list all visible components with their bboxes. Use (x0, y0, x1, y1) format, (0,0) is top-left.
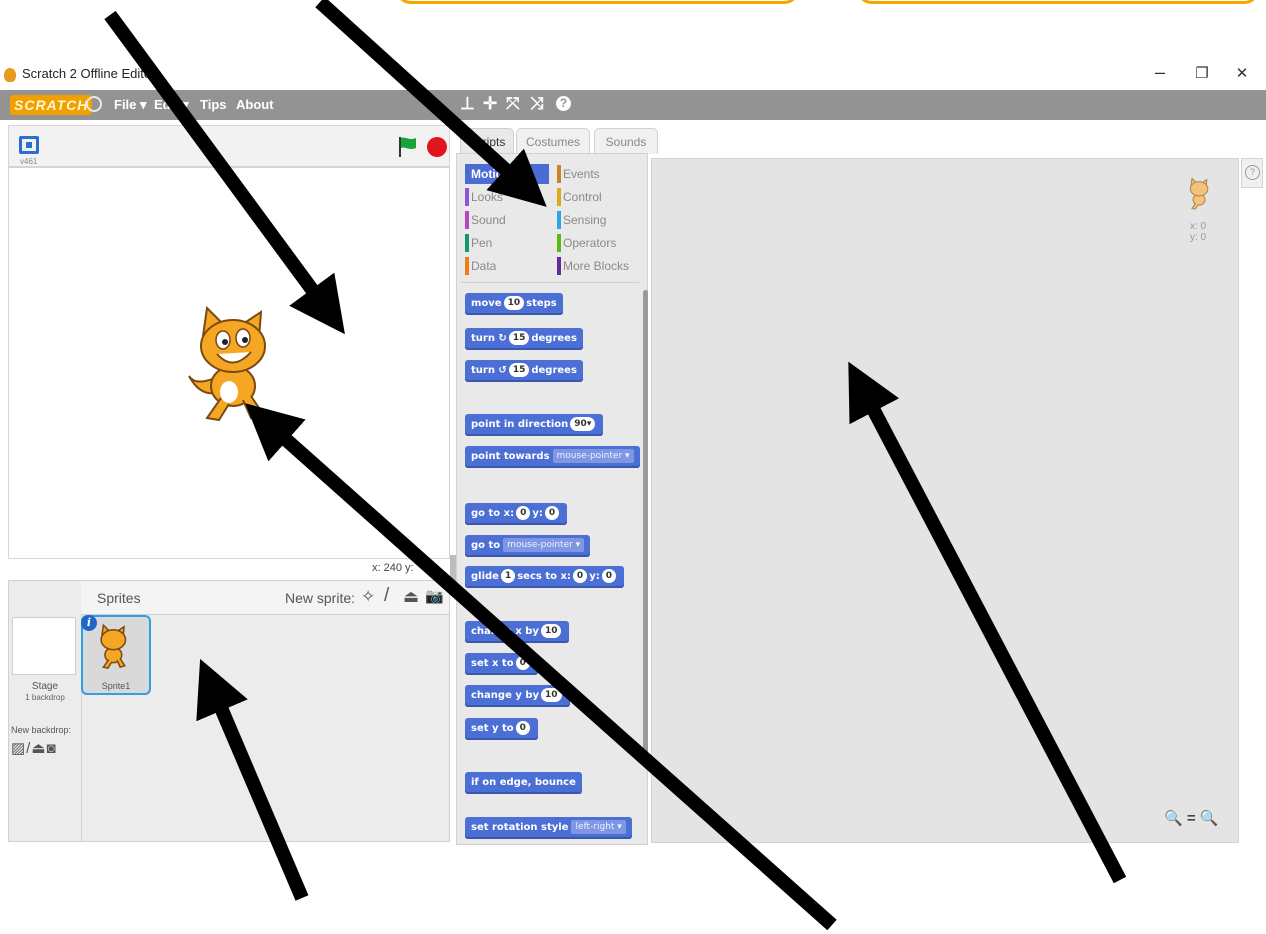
sprites-header: Sprites New sprite: ✧ / ⏏ 📷 (81, 581, 449, 615)
scratch-logo[interactable]: SCRATCH (10, 95, 93, 115)
duplicate-tool-icon[interactable]: ⊥ (460, 94, 475, 114)
grow-tool-icon[interactable]: ⤧ (506, 94, 520, 114)
palette-scrollbar[interactable] (643, 290, 648, 756)
stage-thumbnail[interactable] (12, 617, 76, 675)
restore-button[interactable]: ❐ (1190, 64, 1214, 82)
block-move-steps[interactable]: move 10 steps (465, 293, 563, 315)
stage-mouse-coords: x: 240 y: (372, 562, 414, 574)
block-point-towards[interactable]: point towards mouse-pointer ▾ (465, 446, 640, 468)
menu-bar: SCRATCH File ▾ Edit ▾ Tips About ⊥ ✛ ⤧ ⤨… (0, 90, 1266, 120)
block-bounce[interactable]: if on edge, bounce (465, 772, 582, 794)
version-label: v461 (20, 157, 38, 166)
sprite1-cat-icon (100, 623, 127, 669)
block-palette: Motion Events Looks Control Sound Sensin… (456, 153, 648, 845)
camera-sprite-icon[interactable]: 📷 (425, 587, 444, 605)
callout-box-left (395, 0, 800, 4)
green-flag-icon[interactable] (397, 136, 417, 158)
tab-scripts[interactable]: Scripts (460, 128, 514, 154)
category-sound[interactable]: Sound (465, 210, 549, 230)
stage-header: v461 (8, 125, 450, 167)
block-set-y[interactable]: set y to 0 (465, 718, 538, 740)
close-button[interactable]: ✕ (1230, 64, 1254, 82)
category-looks[interactable]: Looks (465, 187, 549, 207)
block-go-to[interactable]: go to mouse-pointer ▾ (465, 535, 591, 557)
sprite-name-label: Sprite1 (101, 681, 131, 691)
block-set-x[interactable]: set x to 0 (465, 653, 538, 675)
category-sensing[interactable]: Sensing (557, 210, 641, 230)
cat-sprite[interactable] (185, 306, 295, 424)
scratch-app-icon (4, 68, 16, 82)
help-icon: ? (1245, 165, 1260, 180)
category-events[interactable]: Events (557, 164, 641, 184)
block-rotation-style[interactable]: set rotation style left-right ▾ (465, 817, 632, 839)
stop-sign-icon[interactable] (427, 137, 447, 157)
paint-sprite-icon[interactable]: / (384, 585, 389, 607)
block-turn-left[interactable]: turn ↺ 15 degrees (465, 360, 583, 382)
stage-canvas[interactable] (8, 167, 450, 559)
category-control[interactable]: Control (557, 187, 641, 207)
new-backdrop-label: New backdrop: (11, 725, 72, 735)
fullscreen-icon[interactable] (19, 136, 39, 154)
sprite-preview-cat-icon (1189, 177, 1209, 210)
sprites-pane: Stage 1 backdrop New backdrop: ▨/⏏◙ Spri… (8, 580, 450, 842)
stage-column: Stage 1 backdrop New backdrop: ▨/⏏◙ (9, 581, 82, 841)
menu-about[interactable]: About (236, 97, 274, 112)
block-glide[interactable]: glide 1 secs to x: 0 y: 0 (465, 566, 624, 588)
block-change-x[interactable]: change x by 10 (465, 621, 570, 643)
script-area[interactable]: x: 0 y: 0 🔍 = 🔍 (651, 158, 1239, 843)
language-globe-icon[interactable] (86, 96, 102, 112)
block-point-in-direction[interactable]: point in direction 90▾ (465, 414, 604, 436)
sprite-y-value: y: 0 (1190, 232, 1207, 243)
stage-label: Stage (31, 681, 59, 692)
zoom-controls[interactable]: 🔍 = 🔍 (1164, 809, 1218, 827)
minimize-button[interactable]: – (1148, 62, 1172, 83)
sprite-library-icon[interactable]: ✧ (361, 587, 375, 607)
menu-file[interactable]: File ▾ (114, 97, 147, 113)
category-operators[interactable]: Operators (557, 233, 641, 253)
block-help-icon[interactable]: ? (556, 96, 571, 111)
menu-edit[interactable]: Edit ▾ (154, 97, 189, 113)
block-turn-right[interactable]: turn ↻ 15 degrees (465, 328, 583, 350)
new-sprite-label: New sprite: (285, 590, 356, 606)
stage-backdrop-count: 1 backdrop (25, 693, 65, 702)
shrink-tool-icon[interactable]: ⤨ (530, 94, 544, 114)
window-title-bar: Scratch 2 Offline Editor – ❐ ✕ (0, 62, 1266, 90)
new-backdrop-icons[interactable]: ▨/⏏◙ (11, 739, 57, 757)
tab-costumes[interactable]: Costumes (516, 128, 590, 154)
sprites-title: Sprites (97, 590, 141, 606)
sprite-position-readout: x: 0 y: 0 (1190, 221, 1206, 243)
category-divider (461, 282, 639, 283)
tab-sounds[interactable]: Sounds (594, 128, 658, 154)
sprite-thumbnail-sprite1[interactable]: i Sprite1 (81, 615, 151, 695)
category-data[interactable]: Data (465, 256, 549, 276)
category-pen[interactable]: Pen (465, 233, 549, 253)
block-go-to-xy[interactable]: go to x: 0 y: 0 (465, 503, 568, 525)
upload-sprite-icon[interactable]: ⏏ (403, 587, 419, 607)
callout-box-right (856, 0, 1260, 4)
category-more-blocks[interactable]: More Blocks (557, 256, 641, 276)
menu-tips[interactable]: Tips (200, 97, 227, 112)
help-tab[interactable]: ? (1241, 158, 1263, 188)
sprite-x-value: x: 0 (1190, 221, 1207, 232)
delete-tool-icon[interactable]: ✛ (483, 94, 497, 114)
window-title: Scratch 2 Offline Editor (22, 66, 156, 81)
category-motion[interactable]: Motion (465, 164, 549, 184)
block-change-y[interactable]: change y by 10 (465, 685, 570, 707)
